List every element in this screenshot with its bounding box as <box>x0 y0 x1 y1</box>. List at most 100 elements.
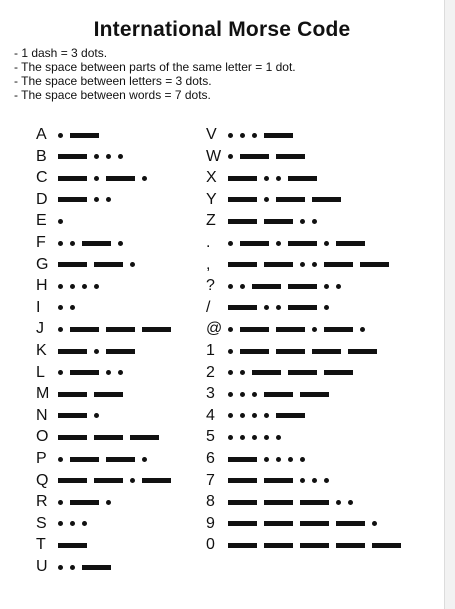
morse-character: L <box>36 363 45 381</box>
morse-character: X <box>206 169 217 187</box>
morse-dot <box>264 175 269 181</box>
morse-row: G <box>36 255 142 275</box>
morse-row: P <box>36 449 154 469</box>
morse-dot <box>276 240 281 246</box>
morse-dot <box>94 175 99 181</box>
morse-character: 2 <box>206 363 215 381</box>
morse-character: B <box>36 147 47 165</box>
morse-dot <box>276 305 281 311</box>
morse-dash <box>228 262 257 268</box>
morse-dot <box>312 262 317 268</box>
morse-character: T <box>36 536 46 554</box>
morse-row: M <box>36 384 130 404</box>
morse-dash <box>58 197 87 203</box>
morse-symbols <box>228 326 372 332</box>
morse-dash <box>106 326 135 332</box>
morse-dot <box>276 175 281 181</box>
morse-dash <box>82 564 111 570</box>
morse-dash <box>252 370 281 376</box>
morse-dot <box>94 197 99 203</box>
morse-dash <box>130 434 159 440</box>
morse-character: 6 <box>206 450 215 467</box>
morse-symbols <box>228 262 396 268</box>
morse-dot <box>228 434 233 440</box>
morse-symbols <box>228 132 300 138</box>
morse-character: M <box>36 385 50 403</box>
morse-row: F <box>36 233 130 253</box>
morse-symbols <box>58 391 130 397</box>
morse-dash <box>372 542 401 548</box>
morse-row: , <box>206 255 396 275</box>
morse-character: / <box>206 298 211 316</box>
morse-symbols <box>58 262 142 268</box>
morse-dot <box>94 413 99 419</box>
morse-dot <box>228 413 233 419</box>
morse-dash <box>94 262 123 268</box>
notes-list: - 1 dash = 3 dots. - The space between p… <box>14 46 296 102</box>
morse-character: , <box>206 255 211 273</box>
morse-symbols <box>228 305 336 311</box>
morse-row: ? <box>206 276 348 296</box>
morse-dot <box>252 132 257 138</box>
morse-symbols <box>58 478 178 484</box>
morse-dot <box>324 305 329 311</box>
morse-symbols <box>58 456 154 462</box>
morse-dash <box>70 370 99 376</box>
morse-character: . <box>206 234 211 251</box>
morse-character: 3 <box>206 385 215 403</box>
morse-dash <box>240 348 269 354</box>
morse-symbols <box>228 478 336 484</box>
morse-dash <box>228 305 257 311</box>
morse-row: 1 <box>206 341 384 361</box>
morse-row: A <box>36 125 106 145</box>
morse-dash <box>276 326 305 332</box>
morse-dot <box>336 499 341 505</box>
morse-dot <box>58 370 63 376</box>
morse-dot <box>118 370 123 376</box>
morse-dot <box>300 218 305 224</box>
morse-symbols <box>58 218 70 224</box>
morse-symbols <box>228 240 372 246</box>
morse-character: F <box>36 234 46 251</box>
morse-symbols <box>228 456 312 462</box>
morse-dash <box>300 542 329 548</box>
morse-row: W <box>206 147 312 167</box>
morse-character: ? <box>206 277 215 295</box>
morse-character: 9 <box>206 514 215 532</box>
morse-dash <box>300 499 329 505</box>
morse-dot <box>276 434 281 440</box>
morse-dash <box>228 521 257 527</box>
morse-row: 9 <box>206 514 384 534</box>
morse-symbols <box>58 132 106 138</box>
morse-dot <box>228 370 233 376</box>
morse-dash <box>82 240 111 246</box>
morse-row: J <box>36 319 178 339</box>
morse-symbols <box>228 283 348 289</box>
morse-dot <box>264 413 269 419</box>
morse-dot <box>118 154 123 160</box>
morse-dash <box>240 326 269 332</box>
morse-dot <box>264 197 269 203</box>
morse-dot <box>372 521 377 527</box>
morse-dot <box>106 197 111 203</box>
morse-row: S <box>36 514 94 534</box>
morse-dot <box>228 132 233 138</box>
morse-dash <box>228 456 257 462</box>
morse-dot <box>82 283 87 289</box>
note-line: - The space between words = 7 dots. <box>14 88 211 102</box>
morse-dot <box>70 521 75 527</box>
morse-symbols <box>58 542 94 548</box>
morse-dash <box>58 391 87 397</box>
morse-dot <box>70 240 75 246</box>
morse-character: @ <box>206 320 223 338</box>
morse-dot <box>276 456 281 462</box>
morse-dash <box>264 262 293 268</box>
morse-character: 1 <box>206 342 215 359</box>
morse-row: 8 <box>206 492 360 512</box>
morse-symbols <box>58 326 178 332</box>
morse-row: X <box>206 168 324 188</box>
morse-character: I <box>36 298 41 316</box>
morse-dash <box>58 175 87 181</box>
morse-dash <box>228 542 257 548</box>
morse-character: 7 <box>206 471 215 489</box>
